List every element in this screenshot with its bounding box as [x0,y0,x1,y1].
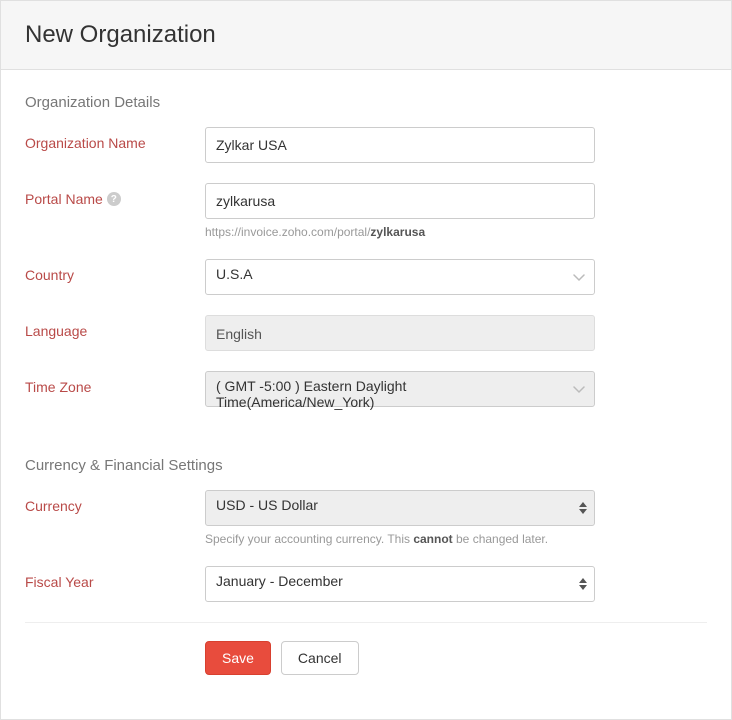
panel-header: New Organization [1,1,731,70]
panel-body: Organization Details Organization Name P… [1,70,731,719]
label-fiscal-year: Fiscal Year [25,566,205,590]
timezone-select[interactable]: ( GMT -5:00 ) Eastern Daylight Time(Amer… [205,371,595,407]
label-org-name: Organization Name [25,127,205,151]
cancel-button[interactable]: Cancel [281,641,359,675]
label-timezone: Time Zone [25,371,205,395]
divider [25,622,707,623]
row-org-name: Organization Name [25,127,707,163]
fiscal-year-select[interactable]: January - December [205,566,595,602]
label-currency: Currency [25,490,205,514]
label-country: Country [25,259,205,283]
label-language: Language [25,315,205,339]
language-display: English [205,315,595,351]
new-org-panel: New Organization Organization Details Or… [0,0,732,720]
org-name-input[interactable] [205,127,595,163]
portal-url-hint: https://invoice.zoho.com/portal/zylkarus… [205,225,595,239]
currency-help: Specify your accounting currency. This c… [205,532,595,546]
row-fiscal-year: Fiscal Year January - December [25,566,707,602]
row-currency: Currency USD - US Dollar Specify your ac… [25,490,707,546]
row-portal-name: Portal Name ? https://invoice.zoho.com/p… [25,183,707,239]
portal-name-input[interactable] [205,183,595,219]
help-icon[interactable]: ? [107,192,121,206]
row-language: Language English [25,315,707,351]
section-currency-settings: Currency & Financial Settings [25,457,707,474]
section-org-details: Organization Details [25,94,707,111]
page-title: New Organization [25,21,707,49]
row-timezone: Time Zone ( GMT -5:00 ) Eastern Daylight… [25,371,707,407]
country-select[interactable]: U.S.A [205,259,595,295]
save-button[interactable]: Save [205,641,271,675]
row-country: Country U.S.A [25,259,707,295]
label-portal-name: Portal Name ? [25,183,205,207]
currency-select[interactable]: USD - US Dollar [205,490,595,526]
form-actions: Save Cancel [205,641,707,675]
